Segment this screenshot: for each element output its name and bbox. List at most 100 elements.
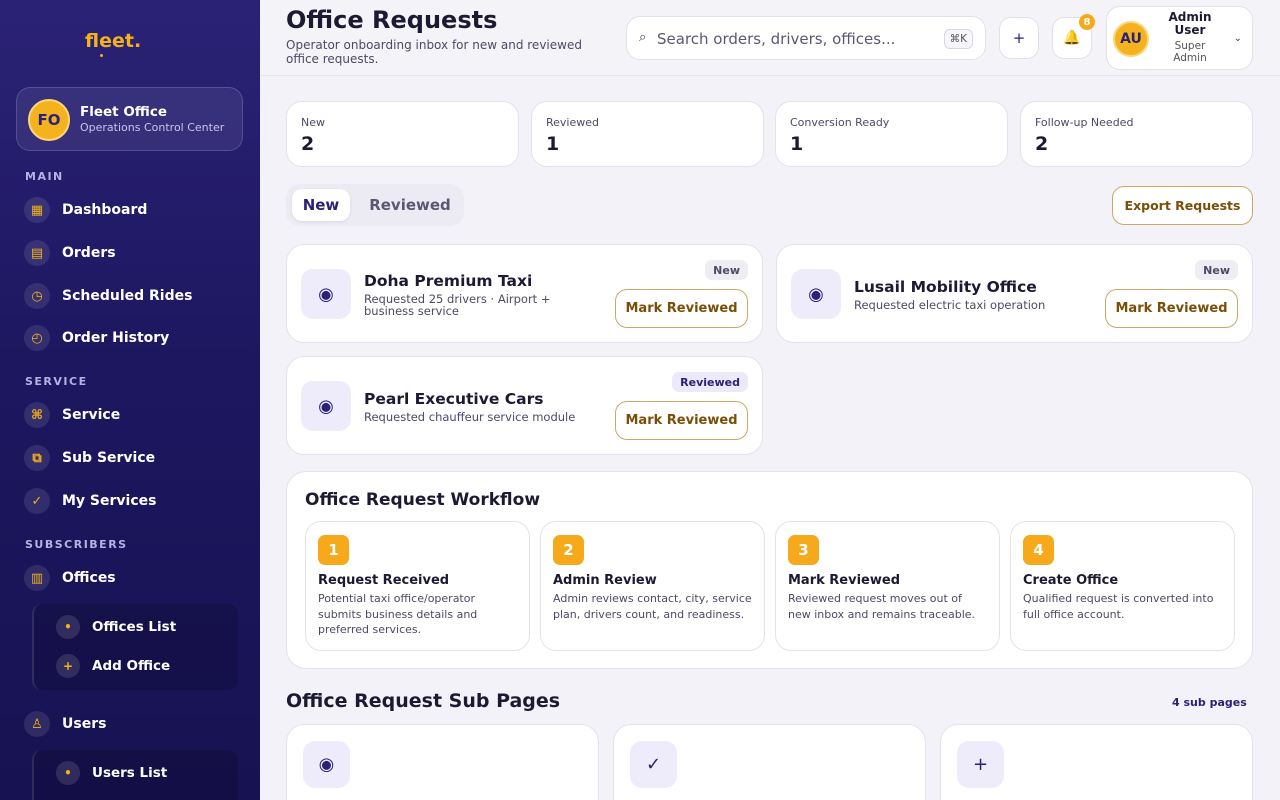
offices-subnav: • Offices List + Add Office <box>32 604 238 690</box>
sidebar-item-users-list[interactable]: • Users List <box>56 760 167 786</box>
stat-label: Follow-up Needed <box>1035 116 1134 129</box>
sidebar-item-scheduled-rides[interactable]: ◷ Scheduled Rides <box>24 281 192 311</box>
history-icon: ◴ <box>24 325 50 351</box>
stat-label: New <box>301 116 325 129</box>
sidebar-item-offices[interactable]: ▥ Offices <box>24 563 116 593</box>
sub-page-card[interactable]: ✓ <box>613 724 926 800</box>
sidebar-item-offices-list[interactable]: • Offices List <box>56 614 176 640</box>
notifications-button[interactable]: 🔔 8 <box>1052 14 1095 59</box>
dot-icon: • <box>56 615 80 639</box>
status-badge: New <box>705 260 748 280</box>
sub-pages-count: 4 sub pages <box>1172 696 1247 709</box>
clock-icon: ◷ <box>24 283 50 309</box>
stat-value: 2 <box>301 133 315 155</box>
step-description: Qualified request is converted into full… <box>1023 592 1214 621</box>
workflow-step: 2 Admin Review Admin reviews contact, ci… <box>540 521 765 651</box>
office-icon: ◉ <box>301 269 351 319</box>
user-icon: ♙ <box>24 711 50 737</box>
mark-reviewed-button[interactable]: Mark Reviewed <box>1105 289 1238 328</box>
office-icon: ◉ <box>791 269 841 319</box>
sidebar-item-label: Service <box>62 407 121 423</box>
dashboard-icon: ▦ <box>24 197 50 223</box>
header: Office Requests Operator onboarding inbo… <box>260 0 1280 76</box>
workflow-step: 4 Create Office Qualified request is con… <box>1010 521 1235 651</box>
sidebar-item-add-office[interactable]: + Add Office <box>56 653 170 679</box>
step-title: Request Received <box>318 573 450 588</box>
search-box[interactable]: ⌕ ⌘K <box>626 16 986 60</box>
step-number: 2 <box>553 535 584 565</box>
plus-icon: + <box>1012 29 1026 47</box>
tab-new[interactable]: New <box>292 189 350 221</box>
org-avatar: FO <box>28 99 70 141</box>
step-description: Admin reviews contact, city, service pla… <box>553 592 752 621</box>
page-subtitle: Operator onboarding inbox for new and re… <box>286 38 582 66</box>
sidebar-item-users[interactable]: ♙ Users <box>24 709 106 739</box>
search-input[interactable] <box>657 25 937 53</box>
sidebar-item-order-history[interactable]: ◴ Order History <box>24 323 169 353</box>
sidebar-item-label: Sub Service <box>62 450 156 466</box>
sidebar-item-my-services[interactable]: ✓ My Services <box>24 486 156 516</box>
status-badge: New <box>1195 260 1238 280</box>
request-name: Doha Premium Taxi <box>364 272 533 290</box>
stat-value: 1 <box>790 133 804 155</box>
stat-card-follow-up: Follow-up Needed 2 <box>1020 101 1253 167</box>
sidebar-item-dashboard[interactable]: ▦ Dashboard <box>24 195 147 225</box>
stat-label: Reviewed <box>546 116 599 129</box>
check-icon: ✓ <box>630 741 677 788</box>
sidebar-item-label: Add Office <box>92 658 171 674</box>
sidebar-item-label: Offices <box>62 570 116 586</box>
stat-card-conversion-ready: Conversion Ready 1 <box>775 101 1008 167</box>
sub-page-card[interactable]: + <box>940 724 1253 800</box>
orders-icon: ▤ <box>24 240 50 266</box>
tab-reviewed[interactable]: Reviewed <box>360 189 460 221</box>
stat-card-new: New 2 <box>286 101 519 167</box>
step-title: Create Office <box>1023 573 1119 588</box>
sub-page-card[interactable]: ◉ <box>286 724 599 800</box>
mark-reviewed-button[interactable]: Mark Reviewed <box>615 401 748 440</box>
notification-count-badge: 8 <box>1079 14 1095 30</box>
user-name: Admin User <box>1168 10 1212 37</box>
sidebar-item-label: Users List <box>92 765 168 781</box>
request-card[interactable]: ◉ Lusail Mobility Office Requested elect… <box>776 244 1253 343</box>
request-card[interactable]: ◉ Pearl Executive Cars Requested chauffe… <box>286 356 763 455</box>
sub-pages-title: Office Request Sub Pages <box>286 690 561 712</box>
users-subnav: • Users List <box>32 750 238 800</box>
step-number: 4 <box>1023 535 1054 565</box>
sidebar-item-label: Orders <box>62 245 116 261</box>
sidebar-item-label: Users <box>62 716 107 732</box>
step-number: 3 <box>788 535 819 565</box>
add-button[interactable]: + <box>999 17 1039 59</box>
workflow-step: 1 Request Received Potential taxi office… <box>305 521 530 651</box>
step-number: 1 <box>318 535 349 565</box>
user-menu[interactable]: AU Admin User Super Admin ⌄ <box>1106 6 1253 70</box>
export-requests-button[interactable]: Export Requests <box>1112 186 1253 225</box>
sidebar-item-orders[interactable]: ▤ Orders <box>24 238 116 268</box>
check-icon: ✓ <box>24 488 50 514</box>
org-card[interactable]: FO Fleet Office Operations Control Cente… <box>16 87 243 151</box>
sidebar-item-service[interactable]: ⌘ Service <box>24 400 120 430</box>
request-tabs: New Reviewed <box>286 184 464 226</box>
search-icon: ⌕ <box>639 30 647 45</box>
dot-icon: • <box>56 761 80 785</box>
shortcut-hint: ⌘K <box>943 29 973 49</box>
stat-value: 1 <box>546 133 560 155</box>
mark-reviewed-button[interactable]: Mark Reviewed <box>615 289 748 328</box>
user-role: Super Admin <box>1173 40 1207 64</box>
workflow-panel: Office Request Workflow 1 Request Receiv… <box>286 471 1253 669</box>
org-name: Fleet Office <box>80 104 168 120</box>
plus-icon: + <box>56 654 80 678</box>
request-name: Lusail Mobility Office <box>854 278 1037 296</box>
stat-card-reviewed: Reviewed 1 <box>531 101 764 167</box>
sidebar-item-sub-service[interactable]: ⧉ Sub Service <box>24 443 155 473</box>
copy-icon: ⧉ <box>24 445 50 471</box>
plus-icon: + <box>957 741 1004 788</box>
sidebar: fleet. FO Fleet Office Operations Contro… <box>0 0 260 800</box>
nav-section-subscribers: SUBSCRIBERS <box>25 538 128 551</box>
target-icon: ◉ <box>303 741 350 788</box>
step-title: Mark Reviewed <box>788 573 900 588</box>
workflow-title: Office Request Workflow <box>305 490 541 510</box>
building-icon: ▥ <box>24 565 50 591</box>
sidebar-item-label: Dashboard <box>62 202 148 218</box>
brand-logo[interactable]: fleet. <box>85 30 141 52</box>
request-card[interactable]: ◉ Doha Premium Taxi Requested 25 drivers… <box>286 244 763 343</box>
